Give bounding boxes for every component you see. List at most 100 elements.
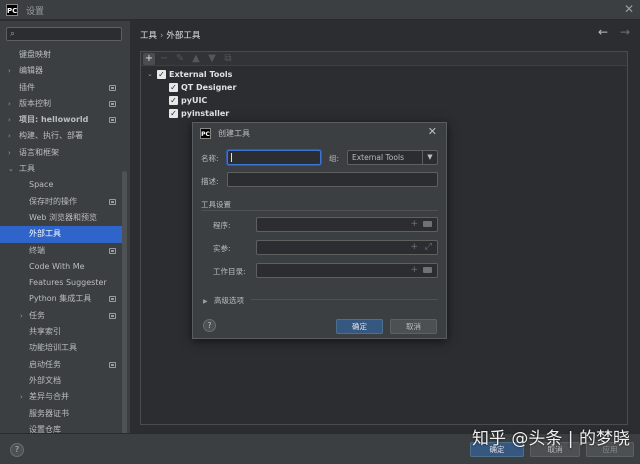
- sidebar-item[interactable]: 启动任务: [0, 357, 122, 373]
- sidebar-item-label: 终端: [29, 245, 45, 255]
- group-label: 组:: [329, 154, 340, 163]
- chevron-right-icon[interactable]: ▶: [203, 298, 208, 305]
- sidebar-item-label: Features Suggester: [29, 278, 107, 288]
- ok-button[interactable]: 确定: [336, 319, 383, 334]
- edit-icon[interactable]: ✎: [174, 53, 186, 65]
- cancel-button[interactable]: 取消: [390, 319, 437, 334]
- tool-group-row[interactable]: ⌄ ✓ External Tools: [145, 68, 265, 81]
- sidebar-item[interactable]: › 任务: [0, 308, 122, 324]
- sidebar-scrollbar[interactable]: [122, 171, 127, 433]
- sidebar-item-label: 保存时的操作: [29, 196, 77, 206]
- project-scope-icon: [109, 296, 116, 303]
- sidebar-item[interactable]: 保存时的操作: [0, 194, 122, 210]
- move-down-icon[interactable]: ▼: [206, 53, 218, 65]
- settings-tree: 键盘映射 › 编辑器 插件 › 版本控制 › 项目: helloworld › 构建、执行、部署 ›…: [0, 47, 122, 433]
- copy-icon[interactable]: ⧉: [222, 53, 234, 65]
- move-up-icon[interactable]: ▲: [190, 53, 202, 65]
- plus-icon[interactable]: +: [410, 242, 418, 252]
- expand-icon[interactable]: ⤢: [425, 242, 432, 252]
- project-scope-icon: [109, 117, 116, 124]
- sidebar-item[interactable]: Web 浏览器和预览: [0, 210, 122, 226]
- sidebar-item[interactable]: › 构建、执行、部署: [0, 128, 122, 144]
- sidebar-item-label: 功能培训工具: [29, 343, 77, 353]
- breadcrumb: 工具 › 外部工具: [140, 29, 200, 41]
- search-icon: ⌕: [10, 29, 16, 39]
- breadcrumb-root[interactable]: 工具: [140, 31, 157, 41]
- chevron-right-icon[interactable]: ›: [8, 145, 11, 161]
- sidebar-item[interactable]: ⌄ 工具: [0, 161, 122, 177]
- tool-label: QT Designer: [181, 83, 237, 92]
- close-icon[interactable]: ✕: [428, 125, 437, 138]
- sidebar-item-label: 项目: helloworld: [19, 115, 89, 125]
- tool-row[interactable]: ✓ pyUIC: [145, 94, 265, 107]
- help-icon[interactable]: ?: [203, 319, 216, 332]
- sidebar-item[interactable]: › 项目: helloworld: [0, 112, 122, 128]
- project-scope-icon: [109, 312, 116, 319]
- chevron-right-icon[interactable]: ›: [8, 128, 11, 144]
- group-select[interactable]: External Tools ▼: [347, 150, 438, 165]
- sidebar-item[interactable]: 插件: [0, 80, 122, 96]
- advanced-options-toggle[interactable]: ▶ 高级选项: [203, 295, 244, 306]
- folder-icon[interactable]: [423, 221, 432, 227]
- project-scope-icon: [109, 361, 116, 368]
- forward-arrow-icon[interactable]: →: [620, 25, 630, 39]
- plus-icon[interactable]: +: [410, 219, 418, 229]
- remove-icon[interactable]: −: [158, 53, 170, 65]
- project-scope-icon: [109, 247, 116, 254]
- chevron-down-icon[interactable]: ⌄: [8, 161, 14, 177]
- sidebar-item[interactable]: 共享索引: [0, 324, 122, 340]
- sidebar-item[interactable]: 设置仓库: [0, 422, 122, 433]
- sidebar-item[interactable]: Space: [0, 177, 122, 193]
- sidebar-item[interactable]: 外部工具: [0, 226, 122, 243]
- search-input[interactable]: ⌕: [6, 27, 122, 41]
- chevron-right-icon[interactable]: ›: [8, 96, 11, 112]
- sidebar-item[interactable]: 功能培训工具: [0, 340, 122, 356]
- back-arrow-icon[interactable]: ←: [598, 25, 608, 39]
- close-icon[interactable]: ✕: [624, 2, 634, 16]
- sidebar-item[interactable]: 键盘映射: [0, 47, 122, 63]
- sidebar-item-label: Web 浏览器和预览: [29, 212, 97, 222]
- help-icon[interactable]: ?: [10, 443, 24, 457]
- program-label: 程序:: [213, 221, 231, 230]
- sidebar-item[interactable]: 服务器证书: [0, 406, 122, 422]
- sidebar-item-label: 工具: [19, 164, 35, 174]
- chevron-right-icon[interactable]: ›: [20, 389, 23, 405]
- arguments-field[interactable]: + ⤢: [256, 240, 438, 255]
- checkbox-checked-icon[interactable]: ✓: [169, 96, 178, 105]
- sidebar-item-label: 外部文档: [29, 375, 61, 385]
- description-field[interactable]: [227, 172, 438, 187]
- sidebar-item[interactable]: 终端: [0, 243, 122, 259]
- chevron-right-icon[interactable]: ›: [8, 63, 11, 79]
- breadcrumb-separator: ›: [160, 31, 164, 41]
- chevron-down-icon[interactable]: ▼: [422, 151, 437, 164]
- group-select-value: External Tools: [352, 153, 404, 162]
- checkbox-checked-icon[interactable]: ✓: [169, 109, 178, 118]
- sidebar-item[interactable]: 外部文档: [0, 373, 122, 389]
- chevron-down-icon[interactable]: ⌄: [147, 68, 153, 81]
- checkbox-checked-icon[interactable]: ✓: [169, 83, 178, 92]
- tool-row[interactable]: ✓ QT Designer: [145, 81, 265, 94]
- section-tool-settings: 工具设置: [201, 200, 231, 209]
- chevron-right-icon[interactable]: ›: [8, 112, 11, 128]
- chevron-right-icon[interactable]: ›: [20, 308, 23, 324]
- add-icon[interactable]: +: [143, 53, 155, 65]
- sidebar-item[interactable]: › 差异与合并: [0, 389, 122, 405]
- workdir-field[interactable]: +: [256, 263, 438, 278]
- sidebar-item[interactable]: › 版本控制: [0, 96, 122, 112]
- name-field[interactable]: [227, 150, 321, 165]
- project-scope-icon: [109, 198, 116, 205]
- sidebar-item-label: 设置仓库: [29, 424, 61, 433]
- sidebar-item[interactable]: › 编辑器: [0, 63, 122, 79]
- sidebar-item-label: Space: [29, 180, 54, 190]
- section-divider: [251, 299, 438, 300]
- sidebar-item-label: 版本控制: [19, 98, 51, 108]
- sidebar-item[interactable]: Python 集成工具: [0, 291, 122, 307]
- sidebar-item[interactable]: Features Suggester: [0, 275, 122, 291]
- sidebar-item[interactable]: › 语言和框架: [0, 145, 122, 161]
- plus-icon[interactable]: +: [410, 265, 418, 275]
- program-field[interactable]: +: [256, 217, 438, 232]
- checkbox-checked-icon[interactable]: ✓: [157, 70, 166, 79]
- tool-row[interactable]: ✓ pyinstaller: [145, 107, 265, 120]
- sidebar-item[interactable]: Code With Me: [0, 259, 122, 275]
- folder-icon[interactable]: [423, 267, 432, 273]
